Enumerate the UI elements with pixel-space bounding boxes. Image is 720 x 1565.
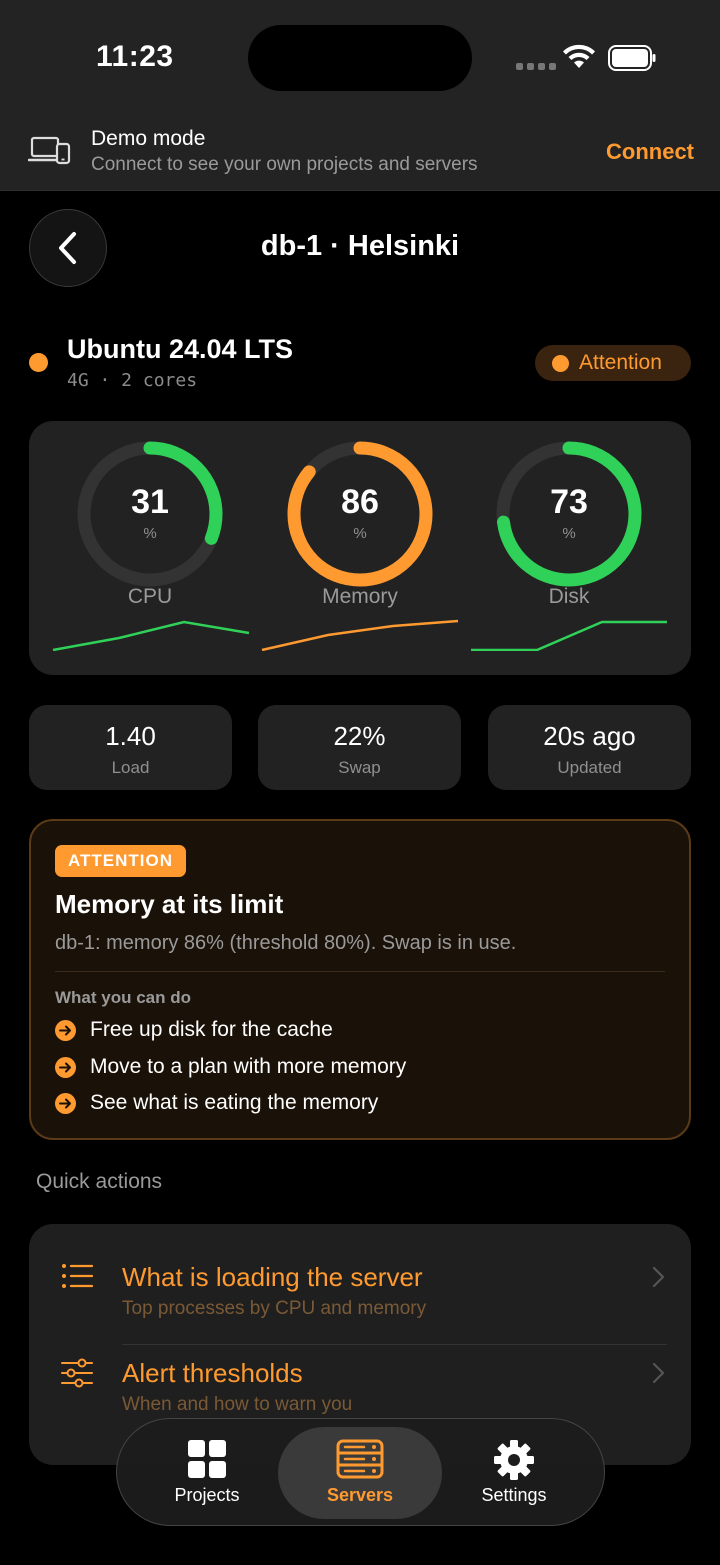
status-badge-dot [552,354,569,372]
swap-tile: 22% Swap [258,705,461,790]
quick-actions-heading: Quick actions [36,1170,163,1193]
tab-label: Projects [174,1485,240,1505]
demo-title: Demo mode [91,127,206,150]
quick-action-thresholds[interactable]: Alert thresholds When and how to warn yo… [29,1328,691,1424]
swap-label: Swap [338,758,381,777]
attention-subheading: What you can do [55,988,191,1007]
memory-value: 86 [341,483,379,521]
chevron-right-icon [652,1266,665,1288]
chevron-right-icon [652,1362,665,1384]
page-title: db-1 · Helsinki [260,230,460,262]
quick-action-subtitle: Top processes by CPU and memory [122,1298,427,1319]
grid-icon [188,1440,226,1478]
status-bar: 11:23 [0,0,720,115]
cpu-label: CPU [127,585,173,608]
load-tile: 1.40 Load [29,705,232,790]
cpu-value: 31 [131,483,169,521]
attention-description: db-1: memory 86% (threshold 80%). Swap i… [55,932,517,954]
tab-label: Servers [326,1485,394,1505]
dynamic-island [248,25,472,91]
attention-badge: ATTENTION [55,845,187,877]
cpu-sparkline [52,620,250,651]
load-value: 1.40 [105,721,156,751]
disk-sparkline [471,620,667,651]
tab-settings[interactable]: Settings [432,1427,596,1519]
resource-gauges-card: 31 % CPU 86 % Memory 73 % Disk [29,421,691,675]
battery-icon [608,45,656,71]
updated-tile: 20s ago Updated [488,705,691,790]
demo-mode-banner: Demo mode Connect to see your own projec… [0,115,720,191]
memory-label: Memory [322,585,398,608]
status-badge-label: Attention [579,351,662,374]
memory-unit: % [353,525,367,542]
clock: 11:23 [96,40,174,73]
suggestion-item[interactable]: See what is eating the memory [55,1091,378,1115]
cpu-unit: % [143,525,157,542]
attention-title: Memory at its limit [55,889,284,919]
sliders-icon [61,1358,93,1388]
devices-icon [28,136,71,165]
divider [55,971,665,972]
arrow-right-icon [55,1056,76,1078]
quick-action-subtitle: When and how to warn you [122,1394,353,1415]
wifi-icon [563,44,595,68]
suggestion-label: Free up disk for the cache [90,1018,333,1041]
connect-button[interactable]: Connect [606,139,694,165]
updated-label: Updated [557,758,622,777]
disk-label: Disk [548,585,590,608]
quick-action-title: What is loading the server [122,1262,423,1292]
status-badge: Attention [535,345,691,381]
attention-card: ATTENTION Memory at its limit db-1: memo… [29,819,691,1140]
cellular-signal-icon [516,63,556,70]
disk-value: 73 [550,483,588,521]
suggestion-label: Move to a plan with more memory [90,1055,407,1078]
tab-bar: Projects Servers Settings [116,1418,605,1526]
load-label: Load [111,758,150,777]
memory-sparkline [261,619,459,651]
arrow-right-icon [55,1019,76,1041]
tab-projects[interactable]: Projects [125,1427,289,1519]
quick-action-processes[interactable]: What is loading the server Top processes… [29,1232,691,1328]
suggestion-item[interactable]: Free up disk for the cache [55,1018,333,1042]
updated-value: 20s ago [543,721,636,751]
swap-value: 22% [333,721,386,751]
status-dot [29,353,48,372]
suggestion-label: See what is eating the memory [90,1091,379,1114]
demo-subtitle: Connect to see your own projects and ser… [91,154,478,175]
server-icon [336,1439,384,1479]
os-name: Ubuntu 24.04 LTS [67,334,294,364]
tab-label: Settings [481,1485,547,1505]
tab-servers[interactable]: Servers [278,1427,442,1519]
suggestion-item[interactable]: Move to a plan with more memory [55,1055,406,1079]
server-specs: 4G · 2 cores [67,370,198,391]
disk-unit: % [562,525,576,542]
list-icon [62,1264,93,1288]
quick-action-title: Alert thresholds [122,1358,303,1388]
gear-icon [494,1440,534,1480]
arrow-right-icon [55,1092,76,1114]
